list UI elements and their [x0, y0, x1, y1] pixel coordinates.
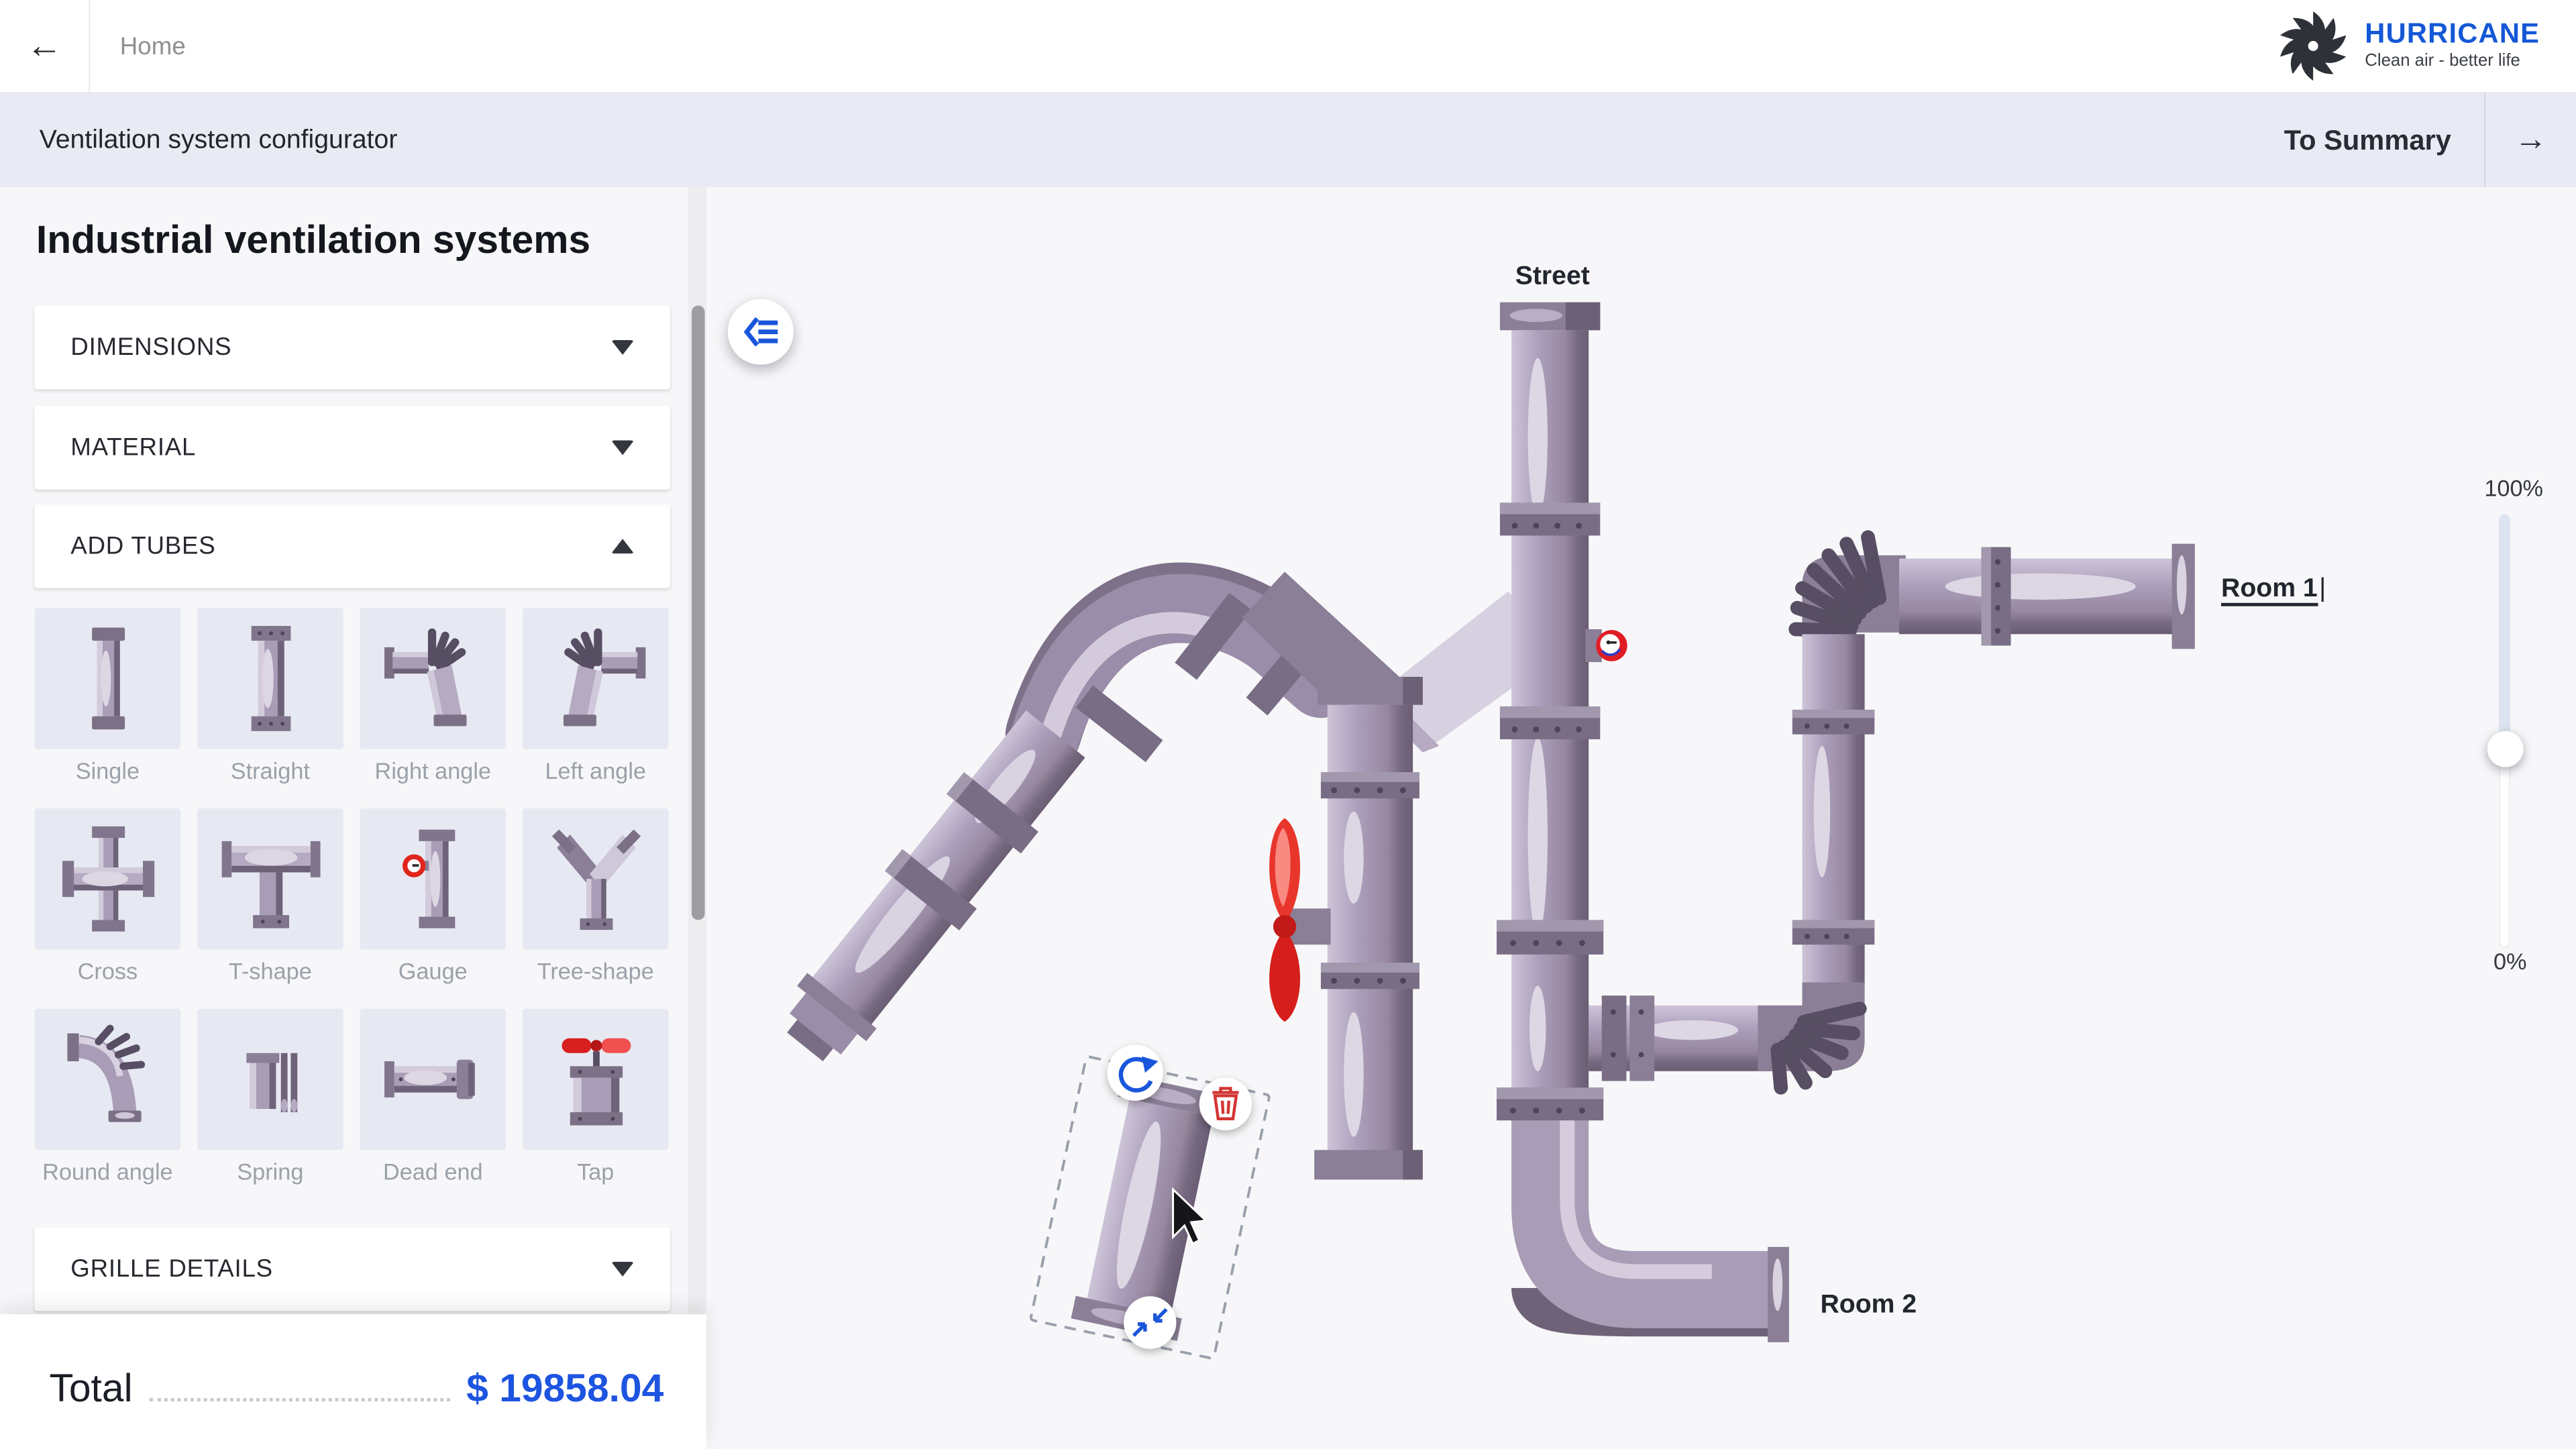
- accordion-add-tubes[interactable]: ADD TUBES: [34, 504, 670, 588]
- tube-tile-label: T-shape: [229, 958, 312, 986]
- tube-tile-single[interactable]: Single: [34, 608, 180, 785]
- pipe-right-angle-icon: [360, 608, 506, 749]
- collapse-panel-icon: [743, 314, 779, 350]
- room1-label[interactable]: Room 1|: [2221, 575, 2326, 604]
- pipe-single-icon: [34, 608, 180, 749]
- accordion-label: GRILLE DETAILS: [70, 1255, 273, 1283]
- collapse-sidebar-button[interactable]: [728, 299, 794, 365]
- to-summary-arrow-icon[interactable]: →: [2485, 121, 2576, 159]
- zoom-max-label: 100%: [2428, 475, 2543, 501]
- hurricane-fan-icon: [2275, 8, 2351, 84]
- tube-tile-label: Right angle: [375, 757, 491, 786]
- breadcrumb-home[interactable]: Home: [120, 32, 186, 60]
- tube-tile-t-shape[interactable]: T-shape: [197, 808, 343, 985]
- tube-tile-spring[interactable]: Spring: [197, 1009, 343, 1186]
- tube-tile-straight[interactable]: Straight: [197, 608, 343, 785]
- zoom-slider-track-lower[interactable]: [2499, 749, 2510, 948]
- tube-tile-label: Tap: [577, 1159, 614, 1187]
- accordion-label: ADD TUBES: [70, 532, 215, 560]
- chevron-down-icon: [611, 340, 634, 355]
- tube-tile-tree-shape[interactable]: Tree-shape: [523, 808, 669, 985]
- pipe-gauge-icon: [360, 808, 506, 950]
- room1-branch-pipe[interactable]: [1758, 537, 2194, 1087]
- pipe-network-canvas[interactable]: [706, 187, 2576, 1449]
- pipe-round-angle-icon: [34, 1009, 180, 1150]
- total-label: Total: [49, 1367, 132, 1413]
- tube-tile-tap[interactable]: Tap: [523, 1009, 669, 1186]
- pipe-t-shape-icon: [197, 808, 343, 950]
- zoom-slider-track-upper[interactable]: [2499, 515, 2510, 749]
- ventilation-configurator-app: ← Home HURRICANE: [0, 0, 2576, 1449]
- configurator-toolbar: Ventilation system configurator To Summa…: [0, 94, 2576, 188]
- tube-catalog-grid: Single Straight: [34, 608, 675, 1209]
- sidebar-title: Industrial ventilation systems: [36, 219, 590, 265]
- back-button[interactable]: ←: [0, 0, 91, 93]
- pipe-straight-icon: [197, 608, 343, 749]
- chevron-up-icon: [611, 539, 634, 553]
- tube-tile-label: Single: [76, 757, 140, 786]
- tube-tile-gauge[interactable]: Gauge: [360, 808, 506, 985]
- back-arrow-icon: ←: [26, 28, 62, 64]
- accordion-dimensions[interactable]: DIMENSIONS: [34, 306, 670, 390]
- delete-button[interactable]: [1199, 1078, 1252, 1130]
- rotate-button[interactable]: [1108, 1045, 1163, 1101]
- top-header: ← Home HURRICANE: [0, 0, 2576, 94]
- total-bar: Total $ 19858.04: [0, 1314, 706, 1449]
- tube-tile-label: Round angle: [42, 1159, 172, 1187]
- pipe-left-angle-icon: [523, 608, 669, 749]
- sidebar-scrollbar-thumb[interactable]: [692, 306, 705, 920]
- street-label[interactable]: Street: [1479, 263, 1626, 292]
- to-summary-button[interactable]: To Summary: [2284, 124, 2451, 157]
- selected-tube[interactable]: [1030, 1045, 1270, 1359]
- total-amount: $ 19858.04: [466, 1367, 663, 1413]
- tube-tile-label: Gauge: [398, 958, 468, 986]
- pipe-tree-shape-icon: [523, 808, 669, 950]
- zoom-slider-thumb[interactable]: [2487, 731, 2524, 767]
- tube-tile-label: Tree-shape: [537, 958, 654, 986]
- bottom-connector-pipe[interactable]: [1589, 996, 1772, 1081]
- chevron-down-icon: [611, 1262, 634, 1277]
- tube-tile-label: Left angle: [545, 757, 646, 786]
- tube-tile-round-angle[interactable]: Round angle: [34, 1009, 180, 1186]
- room2-label[interactable]: Room 2: [1820, 1291, 1917, 1321]
- total-leader-dots: [149, 1398, 450, 1401]
- pipe-cross-icon: [34, 808, 180, 950]
- tube-tile-label: Cross: [78, 958, 138, 986]
- resize-button[interactable]: [1124, 1296, 1176, 1348]
- tube-tile-cross[interactable]: Cross: [34, 808, 180, 985]
- zoom-min-label: 0%: [2428, 948, 2527, 974]
- chevron-down-icon: [611, 440, 634, 455]
- accordion-material[interactable]: MATERIAL: [34, 406, 670, 490]
- brand-tagline: Clean air - better life: [2365, 53, 2540, 72]
- brand-text: HURRICANE Clean air - better life: [2365, 20, 2540, 71]
- brand-name: HURRICANE: [2365, 20, 2540, 51]
- pipe-tap-icon: [523, 1009, 669, 1150]
- pipe-dead-end-icon: [360, 1009, 506, 1150]
- room1-label-text[interactable]: Room 1: [2221, 575, 2318, 606]
- pipe-spring-icon: [197, 1009, 343, 1150]
- text-cursor: |: [2319, 575, 2326, 603]
- street-pipe[interactable]: [1497, 303, 1789, 1342]
- accordion-label: DIMENSIONS: [70, 333, 231, 362]
- tube-tile-dead-end[interactable]: Dead end: [360, 1009, 506, 1186]
- tube-tile-label: Spring: [237, 1159, 303, 1187]
- pressure-gauge[interactable]: [1585, 629, 1627, 662]
- tube-tile-label: Straight: [231, 757, 310, 786]
- tube-tile-label: Dead end: [383, 1159, 483, 1187]
- tube-tile-right-angle[interactable]: Right angle: [360, 608, 506, 785]
- accordion-label: MATERIAL: [70, 434, 196, 462]
- tube-tile-left-angle[interactable]: Left angle: [523, 608, 669, 785]
- page-title: Ventilation system configurator: [40, 125, 398, 155]
- diagonal-pipe[interactable]: [768, 704, 1093, 1077]
- accordion-grille-details[interactable]: GRILLE DETAILS: [34, 1227, 670, 1311]
- brand-logo: HURRICANE Clean air - better life: [2275, 8, 2540, 84]
- middle-pipe-with-valve[interactable]: [1269, 677, 1423, 1179]
